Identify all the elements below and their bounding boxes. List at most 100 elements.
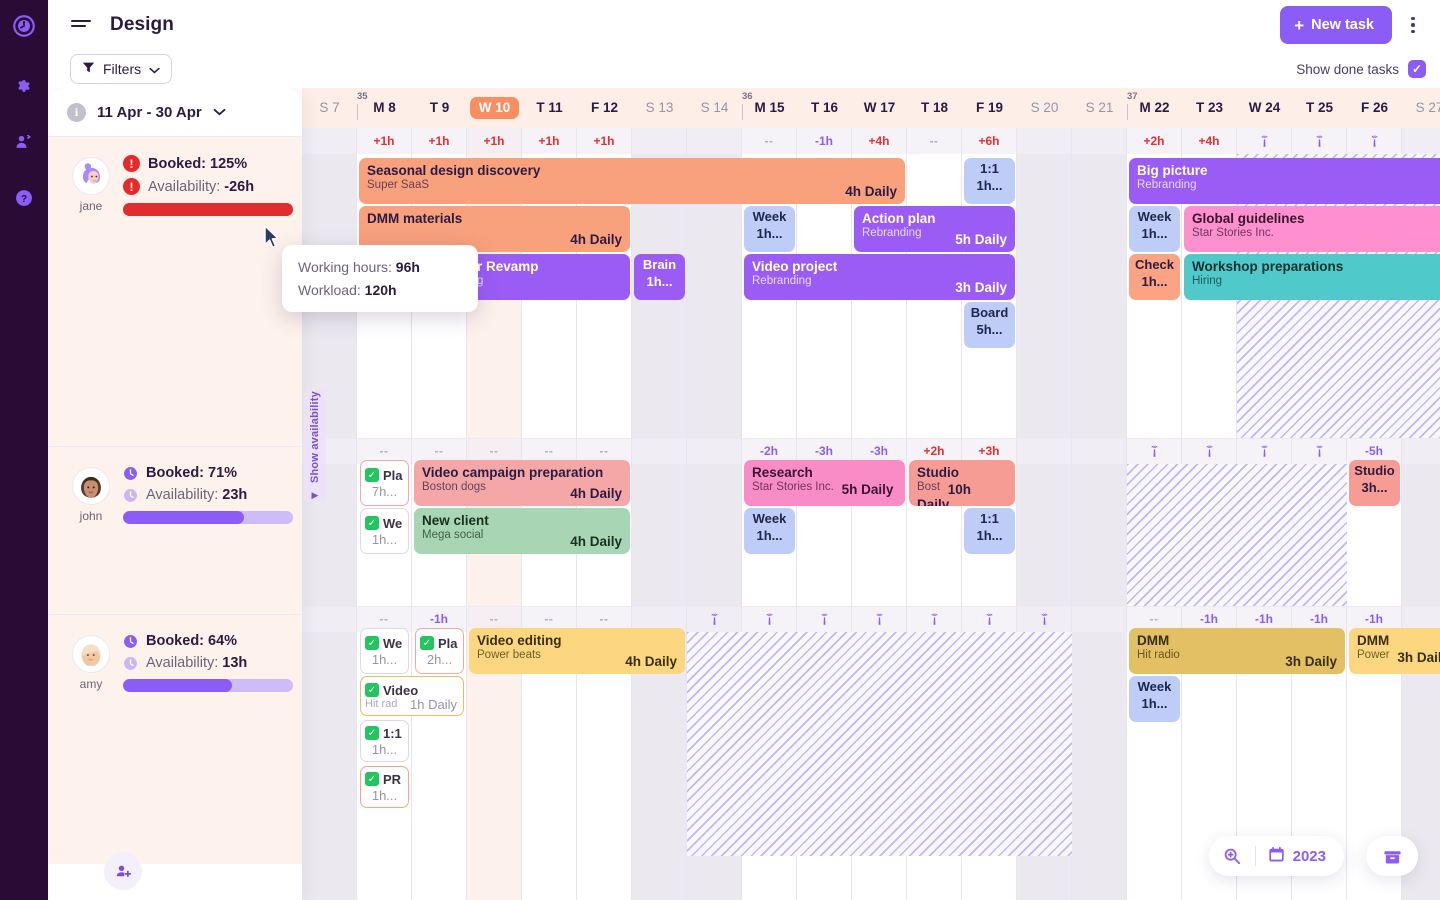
task-bar[interactable]: Check 1h... bbox=[1129, 254, 1180, 300]
gear-icon[interactable] bbox=[8, 70, 40, 102]
day-header-t25[interactable]: T 25 bbox=[1292, 88, 1347, 128]
delta-cell bbox=[1017, 438, 1072, 464]
day-header-w24[interactable]: W 24 bbox=[1237, 88, 1292, 128]
done-task-chip[interactable]: ✓ We 1h... bbox=[360, 628, 409, 674]
day-header-s27[interactable]: S 27 bbox=[1402, 88, 1440, 128]
clock-logo-icon[interactable] bbox=[8, 10, 40, 42]
task-bar[interactable]: r Revamp g bbox=[469, 254, 630, 300]
day-header-s7[interactable]: S 7 bbox=[302, 88, 357, 128]
avatar[interactable] bbox=[72, 467, 110, 505]
add-person-icon[interactable] bbox=[104, 852, 142, 890]
day-header-t11[interactable]: T 11 bbox=[522, 88, 577, 128]
task-bar[interactable]: Studio Bost 10h Daily bbox=[909, 460, 1015, 506]
workload-bar[interactable] bbox=[123, 679, 293, 692]
new-task-button[interactable]: + New task bbox=[1280, 6, 1392, 44]
grid-column[interactable] bbox=[302, 128, 357, 900]
delta-cell: +1h bbox=[577, 128, 632, 154]
day-header-t16[interactable]: T 16 bbox=[797, 88, 852, 128]
task-bar[interactable]: Workshop preparations Hiring bbox=[1184, 254, 1440, 300]
done-task-chip[interactable]: ✓ Video Hit rad 1h Daily bbox=[360, 676, 464, 716]
checkmark-icon[interactable]: ✓ bbox=[365, 516, 379, 530]
person-identity[interactable]: jane bbox=[63, 137, 119, 446]
filters-button[interactable]: Filters bbox=[70, 54, 173, 84]
day-header-s20[interactable]: S 20 bbox=[1017, 88, 1072, 128]
task-bar[interactable]: Studio 3h... bbox=[1349, 460, 1400, 506]
workload-bar[interactable] bbox=[123, 511, 293, 524]
task-bar[interactable]: Video project Rebranding 3h Daily bbox=[744, 254, 1015, 300]
done-task-chip[interactable]: ✓ Pla 2h... bbox=[415, 628, 464, 674]
task-bar[interactable]: Week 1h... bbox=[1129, 206, 1180, 252]
day-header-s13[interactable]: S 13 bbox=[632, 88, 687, 128]
day-header-s21[interactable]: S 21 bbox=[1072, 88, 1127, 128]
checkmark-icon[interactable]: ✓ bbox=[365, 468, 379, 482]
hamburger-icon[interactable] bbox=[70, 14, 92, 36]
day-header-m8[interactable]: 35 M 8 bbox=[357, 88, 412, 128]
task-bar[interactable]: Big picture Rebranding bbox=[1129, 158, 1440, 204]
day-header-f19[interactable]: F 19 bbox=[962, 88, 1017, 128]
zoom-in-icon[interactable] bbox=[1209, 836, 1255, 876]
year-selector[interactable]: 2023 bbox=[1256, 846, 1344, 867]
day-header-w10[interactable]: W 10 bbox=[467, 88, 522, 128]
day-header-m15[interactable]: 36 M 15 bbox=[742, 88, 797, 128]
task-bar[interactable]: Seasonal design discovery Super SaaS 4h Da… bbox=[359, 158, 905, 204]
person-row[interactable]: amy Booked: 64% Availability: 13h bbox=[48, 614, 302, 864]
workload-bar[interactable] bbox=[123, 203, 293, 216]
checkmark-icon[interactable]: ✓ bbox=[365, 683, 379, 697]
task-bar[interactable]: Research Star Stories Inc. 5h Daily bbox=[744, 460, 905, 506]
info-icon[interactable]: i bbox=[67, 102, 86, 122]
done-task-chip[interactable]: ✓ Pla 7h... bbox=[360, 460, 409, 506]
done-task-chip[interactable]: ✓ 1:1 1h... bbox=[360, 720, 409, 762]
done-task-duration: 1h... bbox=[371, 651, 398, 667]
task-bar[interactable]: Week 1h... bbox=[744, 206, 795, 252]
person-row[interactable]: john Booked: 71% Availability: 23h bbox=[48, 446, 302, 614]
show-availability-tab[interactable]: Show availability ▶ bbox=[304, 390, 326, 502]
date-range-selector[interactable]: i 11 Apr - 30 Apr bbox=[48, 88, 302, 136]
grid-column[interactable] bbox=[1072, 128, 1127, 900]
checkmark-icon[interactable]: ✓ bbox=[365, 772, 379, 786]
task-bar[interactable]: Week 1h... bbox=[744, 508, 795, 554]
day-header-t9[interactable]: T 9 bbox=[412, 88, 467, 128]
task-bar[interactable]: Week 1h... bbox=[1129, 676, 1180, 722]
grid-column[interactable] bbox=[1017, 128, 1072, 900]
task-bar[interactable]: Board 5h... bbox=[964, 302, 1015, 348]
person-row[interactable]: jane! Booked: 125%! Availability: -26h bbox=[48, 136, 302, 446]
person-identity[interactable]: john bbox=[63, 447, 119, 614]
day-header-f12[interactable]: F 12 bbox=[577, 88, 632, 128]
grid-column[interactable] bbox=[687, 128, 742, 900]
grid-column[interactable] bbox=[632, 128, 687, 900]
checkmark-icon[interactable]: ✓ bbox=[365, 636, 379, 650]
checkmark-icon[interactable]: ✓ bbox=[365, 726, 379, 740]
done-task-chip[interactable]: ✓ PR 1h... bbox=[360, 766, 409, 808]
archive-box-icon[interactable] bbox=[1366, 836, 1418, 876]
help-icon[interactable]: ? bbox=[8, 182, 40, 214]
day-header-s14[interactable]: S 14 bbox=[687, 88, 742, 128]
day-header-m22[interactable]: 37 M 22 bbox=[1127, 88, 1182, 128]
day-header-t18[interactable]: T 18 bbox=[907, 88, 962, 128]
checkmark-icon[interactable]: ✓ bbox=[420, 636, 434, 650]
task-bar[interactable]: DMMPower 3h Daily bbox=[1349, 628, 1440, 674]
task-bar[interactable]: Video editing Power beats 4h Daily bbox=[469, 628, 685, 674]
done-task-chip[interactable]: ✓ We 1h... bbox=[360, 508, 409, 554]
chevron-down-icon[interactable] bbox=[213, 103, 226, 121]
person-identity[interactable]: amy bbox=[63, 615, 119, 864]
avatar[interactable] bbox=[72, 635, 110, 673]
task-bar[interactable]: 1:1 1h... bbox=[964, 158, 1015, 204]
schedule-grid[interactable]: +1h +1h +1h +1h +1h -- -1h +4h -- +6h +2h +4h -- -- --… bbox=[302, 128, 1440, 900]
show-done-tasks-toggle[interactable]: Show done tasks ✓ bbox=[1296, 60, 1426, 78]
day-header-t23[interactable]: T 23 bbox=[1182, 88, 1237, 128]
task-bar[interactable]: 1:1 1h... bbox=[964, 508, 1015, 554]
task-bar[interactable]: Brain 1h... bbox=[634, 254, 685, 300]
task-bar[interactable]: Action plan Rebranding 5h Daily bbox=[854, 206, 1015, 252]
day-header-w17[interactable]: W 17 bbox=[852, 88, 907, 128]
avatar[interactable] bbox=[72, 157, 110, 195]
grid-column[interactable] bbox=[797, 128, 852, 900]
task-bar[interactable]: Video campaign preparation Boston dogs 4h … bbox=[414, 460, 630, 506]
task-bar[interactable]: New client Mega social 4h Daily bbox=[414, 508, 630, 554]
show-done-checkbox[interactable]: ✓ bbox=[1408, 60, 1426, 78]
more-options-icon[interactable] bbox=[1400, 10, 1426, 40]
task-bar[interactable]: DMM Hit radio 3h Daily bbox=[1129, 628, 1345, 674]
day-header-f26[interactable]: F 26 bbox=[1347, 88, 1402, 128]
task-bar[interactable]: Global guidelines Star Stories Inc. bbox=[1184, 206, 1440, 252]
day-label: W 24 bbox=[1248, 100, 1281, 116]
people-icon[interactable] bbox=[8, 126, 40, 158]
